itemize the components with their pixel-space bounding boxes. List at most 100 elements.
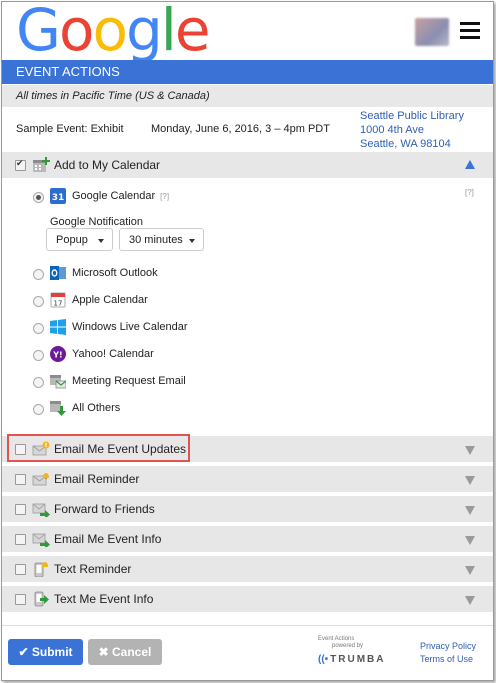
option-yahoo-calendar[interactable]: Y! Yahoo! Calendar — [2, 346, 402, 366]
check-icon: ✔ — [18, 645, 29, 659]
option-apple-calendar[interactable]: 17 Apple Calendar — [2, 292, 402, 312]
google-calendar-radio[interactable] — [33, 192, 44, 203]
footer-links: Privacy Policy Terms of Use — [420, 640, 476, 666]
option-label: Google Calendar — [72, 190, 156, 202]
email-forward-icon — [32, 503, 50, 517]
yahoo-icon-text: Y! — [52, 351, 62, 360]
powered-line: powered by — [332, 643, 364, 649]
expand-icon[interactable] — [465, 536, 475, 545]
event-name: Sample Event: Exhibit — [16, 123, 124, 135]
add-to-calendar-checkbox[interactable] — [15, 158, 26, 171]
option-label: All Others — [72, 402, 121, 414]
logo-letter: l — [160, 1, 177, 64]
action-row-text-info[interactable]: Text Me Event Info — [2, 586, 493, 612]
yahoo-calendar-radio[interactable] — [33, 350, 44, 361]
windows-icon — [50, 319, 66, 335]
signal-icon: ((• — [318, 654, 329, 665]
google-calendar-icon-text: 31 — [52, 193, 65, 203]
outlook-radio[interactable] — [33, 269, 44, 280]
forward-friends-checkbox[interactable] — [15, 504, 26, 515]
action-row-text-reminder[interactable]: Text Reminder — [2, 556, 493, 582]
help-link[interactable]: [?] — [465, 188, 474, 197]
highlight-box — [7, 434, 190, 462]
logo-letter: g — [125, 1, 163, 64]
add-to-calendar-label: Add to My Calendar — [54, 158, 161, 172]
expand-icon[interactable] — [465, 596, 475, 605]
action-label: Email Reminder — [54, 472, 140, 486]
action-row-email-info[interactable]: Email Me Event Info — [2, 526, 493, 552]
timezone-note: All times in Pacific Time (US & Canada) — [2, 85, 493, 107]
action-label: Text Me Event Info — [54, 592, 154, 606]
apple-calendar-icon: 17 — [50, 292, 66, 308]
option-all-others[interactable]: All Others — [2, 400, 402, 420]
logo-letter: e — [174, 1, 211, 64]
event-info: Sample Event: Exhibit Monday, June 6, 20… — [2, 108, 493, 152]
location-line[interactable]: Seattle Public Library — [360, 109, 464, 123]
phone-bell-icon — [34, 562, 48, 577]
expand-icon[interactable] — [465, 506, 475, 515]
apple-calendar-radio[interactable] — [33, 296, 44, 307]
action-label: Email Me Event Info — [54, 532, 162, 546]
notification-method-value: Popup — [56, 234, 88, 246]
phone-info-icon — [34, 591, 49, 607]
event-location[interactable]: Seattle Public Library 1000 4th Ave Seat… — [360, 109, 464, 151]
logo-letter: o — [92, 1, 127, 64]
menu-icon[interactable] — [460, 22, 480, 42]
location-line[interactable]: Seattle, WA 98104 — [360, 137, 464, 151]
expand-icon[interactable] — [465, 566, 475, 575]
powered-by-text: Event Actions powered by — [318, 636, 363, 650]
notification-method-select[interactable]: Popup — [46, 228, 113, 251]
expand-icon[interactable] — [465, 446, 475, 455]
event-actions-banner: EVENT ACTIONS — [2, 60, 493, 84]
meeting-request-radio[interactable] — [33, 377, 44, 388]
text-info-checkbox[interactable] — [15, 594, 26, 605]
action-label: Text Reminder — [54, 562, 132, 576]
option-label: Apple Calendar — [72, 294, 148, 306]
option-label: Windows Live Calendar — [72, 321, 188, 333]
terms-of-use-link[interactable]: Terms of Use — [420, 653, 476, 666]
powered-line: Event Actions — [318, 636, 355, 642]
action-row-forward-friends[interactable]: Forward to Friends — [2, 496, 493, 522]
option-windows-live[interactable]: Windows Live Calendar — [2, 319, 402, 339]
trumba-logo[interactable]: ((• TRUMBA — [318, 654, 386, 665]
option-label: Yahoo! Calendar — [72, 348, 154, 360]
email-info-checkbox[interactable] — [15, 534, 26, 545]
chevron-down-icon — [98, 239, 104, 243]
top-bar: Google — [2, 1, 493, 64]
footer-divider — [2, 625, 493, 626]
apple-calendar-icon-text: 17 — [54, 300, 63, 308]
collapse-icon[interactable] — [465, 160, 475, 169]
cancel-label: Cancel — [112, 645, 152, 659]
notification-label: Google Notification — [50, 216, 143, 228]
add-to-calendar-row[interactable]: Add to My Calendar — [2, 152, 493, 178]
logo-letter: G — [16, 1, 61, 64]
option-microsoft-outlook[interactable]: Microsoft Outlook — [2, 265, 402, 285]
submit-button[interactable]: ✔ Submit — [8, 639, 83, 665]
submit-label: Submit — [31, 645, 73, 659]
trumba-brand: TRUMBA — [330, 654, 386, 665]
action-row-email-reminder[interactable]: Email Reminder — [2, 466, 493, 492]
expand-icon[interactable] — [465, 476, 475, 485]
option-meeting-request[interactable]: Meeting Request Email — [2, 373, 402, 393]
google-logo: Google — [16, 1, 211, 64]
privacy-policy-link[interactable]: Privacy Policy — [420, 640, 476, 653]
option-label: Meeting Request Email — [72, 375, 186, 387]
help-link[interactable]: [?] — [160, 192, 169, 201]
google-calendar-icon: 31 — [50, 188, 66, 204]
event-actions-window: Google EVENT ACTIONS All times in Pacifi… — [1, 1, 494, 681]
notification-time-select[interactable]: 30 minutes — [119, 228, 204, 251]
cancel-button[interactable]: ✖ Cancel — [88, 639, 162, 665]
download-calendar-icon — [50, 401, 66, 416]
notification-time-value: 30 minutes — [129, 234, 183, 246]
windows-live-radio[interactable] — [33, 323, 44, 334]
text-reminder-checkbox[interactable] — [15, 564, 26, 575]
logo-letter: o — [58, 1, 94, 64]
location-line[interactable]: 1000 4th Ave — [360, 123, 464, 137]
email-reminder-checkbox[interactable] — [15, 474, 26, 485]
close-icon: ✖ — [98, 645, 109, 659]
action-label: Forward to Friends — [54, 502, 155, 516]
avatar[interactable] — [415, 18, 449, 46]
event-date: Monday, June 6, 2016, 3 – 4pm PDT — [151, 123, 330, 135]
option-google-calendar[interactable]: 31 Google Calendar [?] — [2, 188, 402, 208]
all-others-radio[interactable] — [33, 404, 44, 415]
